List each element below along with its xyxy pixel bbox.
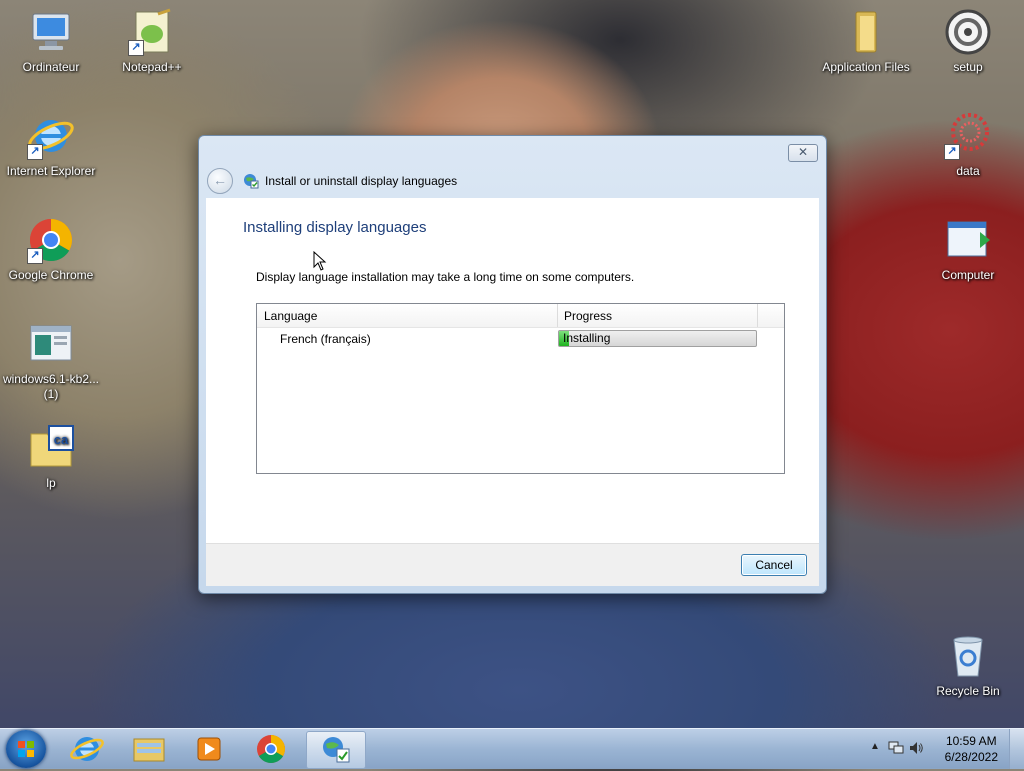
- clock[interactable]: 10:59 AM 6/28/2022: [945, 733, 998, 765]
- desktop-icon-google-chrome[interactable]: ↗ Google Chrome: [1, 216, 101, 283]
- desktop-icon-ordinateur[interactable]: Ordinateur: [1, 8, 101, 75]
- chrome-icon: ↗: [27, 216, 75, 264]
- desktop-icon-data[interactable]: ↗ data: [918, 112, 1018, 179]
- taskbar-language-installer-button[interactable]: [306, 731, 366, 769]
- desktop-icon-label: Computer: [941, 268, 995, 282]
- folder-icon: [133, 738, 165, 762]
- recycle-bin-icon: [944, 632, 992, 680]
- column-header-progress[interactable]: Progress: [564, 309, 612, 323]
- column-header-language[interactable]: Language: [264, 309, 317, 323]
- language-name: French (français): [280, 332, 371, 346]
- show-desktop-button[interactable]: [1009, 729, 1024, 769]
- show-hidden-icons-icon[interactable]: ▲: [870, 741, 880, 752]
- column-divider: [557, 304, 558, 327]
- desktop-icon-label: lp: [46, 476, 56, 490]
- ie-icon: ↗: [27, 112, 75, 160]
- list-item[interactable]: French (français) Installing: [257, 329, 784, 349]
- language-globe-icon: [323, 737, 350, 763]
- msu-file-icon: [27, 320, 75, 368]
- setup-disc-icon: [944, 8, 992, 56]
- list-header: Language Progress: [257, 304, 784, 328]
- start-button[interactable]: [6, 730, 46, 768]
- taskbar-media-player-button[interactable]: [180, 731, 238, 767]
- data-icon: ↗: [944, 112, 992, 160]
- windows-logo-icon: [18, 741, 34, 757]
- dialog-title: Install or uninstall display languages: [265, 174, 458, 188]
- shortcut-arrow-icon: ↗: [27, 144, 43, 160]
- desktop-icon-computer[interactable]: Computer: [918, 216, 1018, 283]
- computer-app-icon: [944, 216, 992, 264]
- desktop-icon-setup[interactable]: setup: [918, 8, 1018, 75]
- desktop-icon-label: Google Chrome: [8, 268, 94, 282]
- media-player-icon: [197, 737, 221, 761]
- clock-time: 10:59 AM: [945, 734, 997, 748]
- computer-icon: [27, 8, 75, 56]
- taskbar-explorer-button[interactable]: [120, 731, 178, 767]
- progress-bar: Installing: [558, 330, 757, 347]
- desktop-icon-notepadpp[interactable]: ↗ Notepad++: [102, 8, 202, 75]
- network-icon[interactable]: [888, 741, 904, 758]
- taskbar-chrome-button[interactable]: [242, 731, 300, 767]
- clock-date: 6/28/2022: [944, 750, 998, 764]
- back-button[interactable]: ←: [207, 168, 233, 194]
- desktop-icon-label: setup: [953, 60, 983, 74]
- svg-text:ca: ca: [54, 432, 69, 447]
- desktop-icon-label: Internet Explorer: [6, 164, 96, 178]
- shortcut-arrow-icon: ↗: [27, 248, 43, 264]
- chrome-icon: [257, 735, 285, 763]
- desktop-icon-label: Recycle Bin: [936, 684, 1000, 698]
- close-button[interactable]: ✕: [788, 144, 818, 162]
- taskbar-ie-button[interactable]: [58, 731, 116, 767]
- desktop-icon-label: windows6.1-kb2...: [2, 372, 100, 386]
- system-tray: ▲ 10:59 AM 6/28/2022: [854, 729, 1024, 769]
- description-text: Display language installation may take a…: [256, 270, 635, 284]
- desktop-icon-application-files[interactable]: Application Files: [816, 8, 916, 75]
- progress-status: Installing: [563, 331, 611, 345]
- languages-list[interactable]: Language Progress French (français) Inst…: [256, 303, 785, 474]
- install-languages-dialog: ✕ ← Install or uninstall display languag…: [198, 135, 827, 594]
- shortcut-arrow-icon: ↗: [944, 144, 960, 160]
- language-globe-icon: [243, 173, 259, 189]
- dialog-footer: Cancel: [206, 543, 819, 586]
- cab-file-icon: ca: [27, 424, 75, 472]
- desktop-icon-label-line2: (1): [43, 387, 59, 401]
- desktop-icon-msu-file[interactable]: windows6.1-kb2... (1): [1, 320, 101, 402]
- taskbar: ▲ 10:59 AM 6/28/2022: [0, 728, 1024, 769]
- back-arrow-icon: ←: [213, 172, 227, 188]
- desktop-icon-label: data: [956, 164, 980, 178]
- folder-icon: [842, 8, 890, 56]
- desktop-icon-label: Ordinateur: [22, 60, 80, 74]
- page-title: Installing display languages: [243, 219, 427, 236]
- dialog-header: ← Install or uninstall display languages: [207, 166, 807, 196]
- notepadpp-icon: ↗: [128, 8, 176, 56]
- desktop-icon-label: Notepad++: [122, 60, 182, 74]
- desktop-icon-label: Application Files: [822, 60, 910, 74]
- shortcut-arrow-icon: ↗: [128, 40, 144, 56]
- volume-icon[interactable]: [908, 740, 924, 759]
- cancel-button[interactable]: Cancel: [741, 554, 807, 576]
- desktop-icon-internet-explorer[interactable]: ↗ Internet Explorer: [1, 112, 101, 179]
- desktop-icon-recycle-bin[interactable]: Recycle Bin: [918, 632, 1018, 699]
- column-divider: [757, 304, 758, 327]
- ie-icon: [70, 737, 104, 761]
- dialog-content: Installing display languages Display lan…: [206, 198, 819, 543]
- desktop-icon-lp[interactable]: ca lp: [1, 424, 101, 491]
